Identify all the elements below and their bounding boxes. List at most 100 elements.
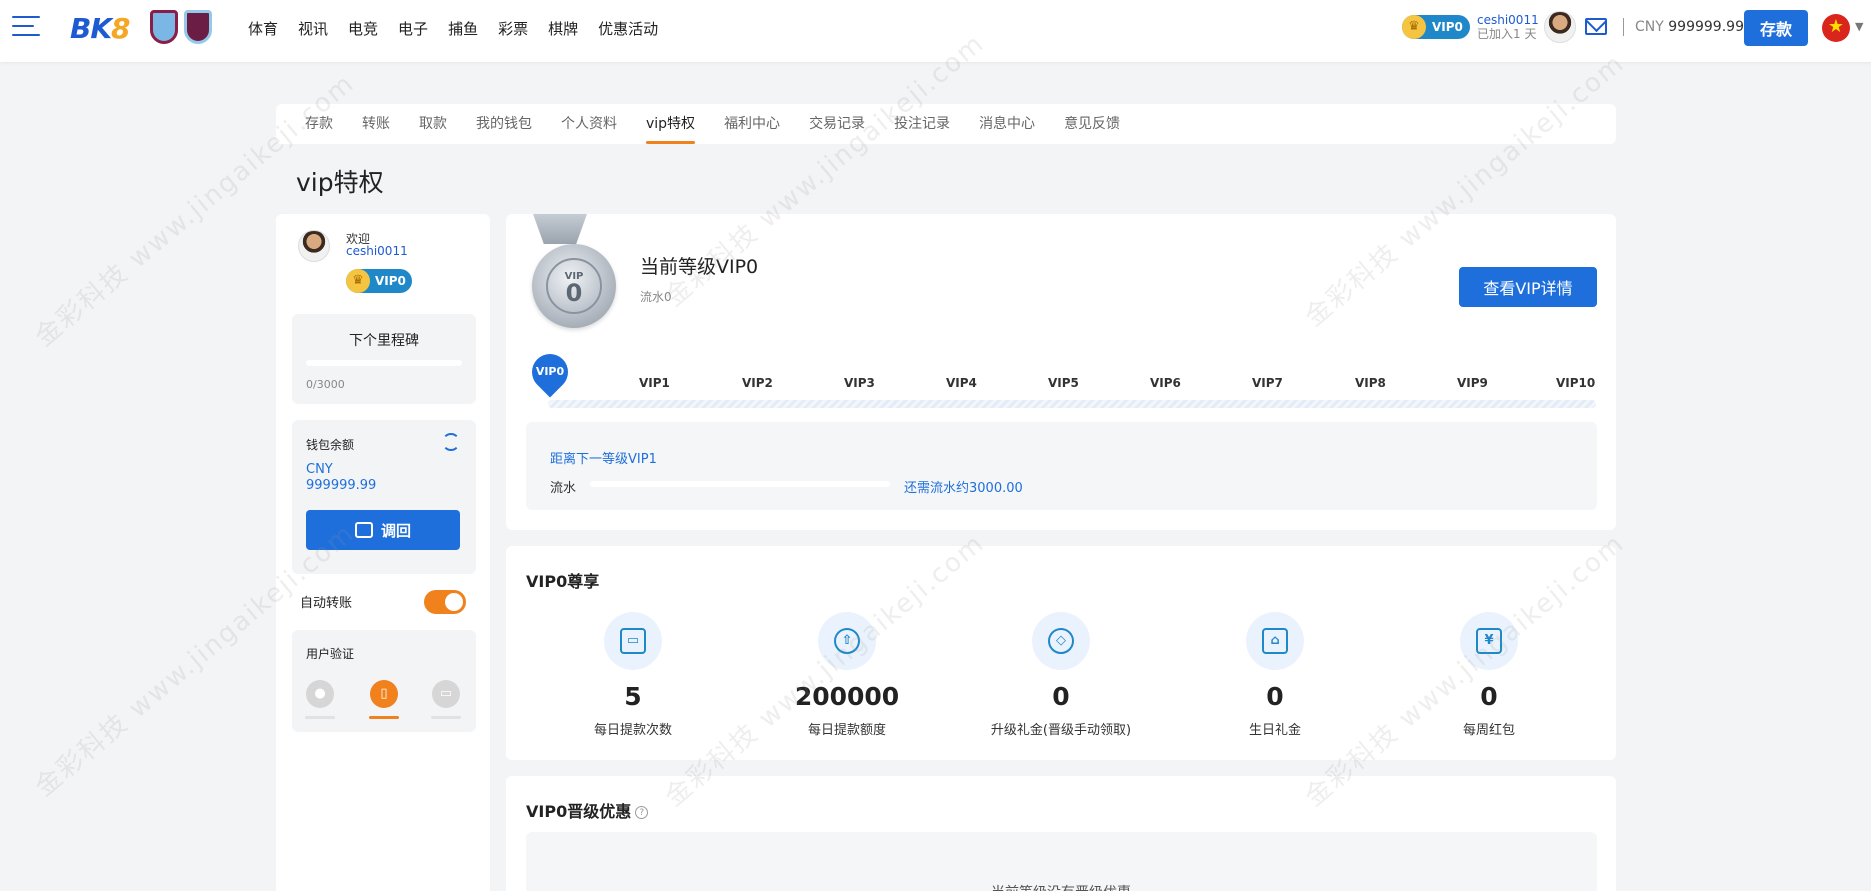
verify-label: 用户验证: [306, 647, 355, 661]
menu-icon[interactable]: [12, 16, 40, 38]
level-label: VIP4: [946, 376, 977, 390]
sidebar-username: ceshi0011: [346, 244, 408, 258]
sidebar: 欢迎 ceshi0011 ♛ VIP0 下个里程碑 0/3000 钱包余额 CNY…: [276, 214, 490, 891]
club-crest-burnley-icon: [184, 10, 212, 44]
help-icon[interactable]: ?: [635, 806, 649, 819]
refresh-icon[interactable]: [442, 433, 460, 451]
perks-title: VIP0尊享: [526, 572, 600, 591]
tab-profile[interactable]: 个人资料: [561, 104, 617, 144]
current-flow: 流水0: [640, 290, 672, 304]
milestone-progress-text: 0/3000: [306, 378, 345, 391]
upload-icon: ⇧: [834, 628, 860, 654]
mail-icon[interactable]: [1585, 18, 1607, 35]
perk-item: ◇ 0 升级礼金(晋级手动领取): [961, 612, 1161, 738]
verify-indicator-active: [369, 716, 399, 719]
username: ceshi0011: [1477, 13, 1539, 27]
brand-logo[interactable]: BK8: [70, 12, 131, 45]
nav-item-fishing[interactable]: 捕鱼: [448, 18, 478, 39]
next-flow-progress-bar: [590, 481, 890, 487]
vip-perks-panel: VIP0尊享 ▭ 5 每日提款次数 ⇧ 200000 每日提款额度 ◇ 0 升级…: [506, 546, 1616, 760]
tab-my-wallet[interactable]: 我的钱包: [476, 104, 532, 144]
nav-item-live-casino[interactable]: 视讯: [298, 18, 328, 39]
perk-item: ¥ 0 每周红包: [1389, 612, 1589, 738]
next-flow-label: 流水: [550, 481, 577, 496]
phone-verify-icon[interactable]: ▯: [370, 680, 398, 708]
medal-ribbon: [533, 214, 587, 244]
vip-badge[interactable]: ♛ VIP0: [1402, 15, 1470, 39]
level-progress-track: [548, 400, 1596, 408]
nav-item-sports[interactable]: 体育: [248, 18, 278, 39]
auto-transfer-toggle[interactable]: [424, 590, 466, 614]
chevron-down-icon[interactable]: ▼: [1855, 20, 1863, 33]
perk-item: ⇧ 200000 每日提款额度: [747, 612, 947, 738]
id-card-verify-icon[interactable]: ▭: [432, 680, 460, 708]
nav-item-cards[interactable]: 棋牌: [548, 18, 578, 39]
tab-bets[interactable]: 投注记录: [894, 104, 950, 144]
tab-withdraw[interactable]: 取款: [419, 104, 447, 144]
divider: [1623, 18, 1624, 36]
milestone-card: 下个里程碑 0/3000: [292, 314, 476, 404]
vip-promotion-panel: VIP0晋级优惠? 当前等级没有晋级优惠: [506, 776, 1616, 891]
sidebar-vip-badge: ♛ VIP0: [346, 269, 412, 293]
avatar[interactable]: [1544, 11, 1576, 43]
nav-item-slots[interactable]: 电子: [398, 18, 428, 39]
tab-transfer[interactable]: 转账: [362, 104, 390, 144]
deposit-button[interactable]: 存款: [1744, 10, 1808, 46]
nav-item-esports[interactable]: 电竞: [348, 18, 378, 39]
avatar: [298, 230, 330, 262]
next-level-title: 距离下一等级VIP1: [550, 452, 657, 467]
milestone-title: 下个里程碑: [349, 333, 419, 349]
level-label: VIP10: [1556, 376, 1596, 390]
nav-item-promotions[interactable]: 优惠活动: [598, 18, 658, 39]
level-label: VIP5: [1048, 376, 1079, 390]
perk-item: ⌂ 0 生日礼金: [1175, 612, 1375, 738]
user-verify-icon[interactable]: ●: [306, 680, 334, 708]
verify-indicator: [305, 716, 335, 719]
top-bar: BK8 体育 视讯 电竞 电子 捕鱼 彩票 棋牌 优惠活动 ♛ VIP0 cesh…: [0, 0, 1871, 62]
recall-button[interactable]: 调回: [306, 510, 460, 550]
cake-icon: ⌂: [1262, 628, 1288, 654]
card-icon: ▭: [620, 628, 646, 654]
diamond-icon: ◇: [1048, 628, 1074, 654]
level-label: VIP3: [844, 376, 875, 390]
promo-empty-text: 当前等级没有晋级优惠: [506, 882, 1616, 891]
main-nav: 体育 视讯 电竞 电子 捕鱼 彩票 棋牌 优惠活动: [248, 18, 678, 39]
vip-level-panel: VIP 0 当前等级VIP0 流水0 查看VIP详情 VIP0 VIP1 VIP2…: [506, 214, 1616, 530]
milestone-progress-bar: [306, 360, 462, 366]
current-level: 当前等级VIP0: [640, 256, 759, 278]
tab-welfare[interactable]: 福利中心: [724, 104, 780, 144]
view-vip-details-button[interactable]: 查看VIP详情: [1459, 267, 1597, 307]
header-balance: CNY 999999.99: [1635, 19, 1744, 35]
vietnam-flag-icon[interactable]: ★: [1822, 14, 1850, 42]
tab-transactions[interactable]: 交易记录: [809, 104, 865, 144]
promo-title: VIP0晋级优惠?: [526, 798, 649, 822]
verification-card: 用户验证 ● ▯ ▭: [292, 630, 476, 732]
tab-vip[interactable]: vip特权: [646, 104, 696, 144]
level-label: VIP1: [639, 376, 670, 390]
user-info[interactable]: ceshi0011 已加入1 天: [1477, 13, 1539, 41]
level-label: VIP8: [1355, 376, 1386, 390]
level-label: VIP9: [1457, 376, 1488, 390]
page-title: vip特权: [296, 168, 384, 197]
verify-indicator: [431, 716, 461, 719]
next-level-box: 距离下一等级VIP1 流水 还需流水约3000.00: [526, 422, 1597, 510]
nav-item-lottery[interactable]: 彩票: [498, 18, 528, 39]
red-envelope-icon: ¥: [1476, 628, 1502, 654]
auto-transfer-label: 自动转账: [300, 596, 353, 611]
crown-icon: ♛: [346, 269, 370, 293]
wallet-card: 钱包余额 CNY 999999.99 调回: [292, 420, 476, 574]
account-tabs: 存款 转账 取款 我的钱包 个人资料 vip特权 福利中心 交易记录 投注记录 …: [276, 104, 1616, 144]
vip-medal-icon: VIP 0: [532, 244, 616, 328]
wallet-label: 钱包余额: [306, 438, 355, 452]
club-crest-aston-villa-icon: [150, 10, 178, 44]
level-label: VIP7: [1252, 376, 1283, 390]
tab-deposit[interactable]: 存款: [305, 104, 333, 144]
level-label: VIP2: [742, 376, 773, 390]
tab-messages[interactable]: 消息中心: [979, 104, 1035, 144]
current-level-marker-label: VIP0: [535, 365, 565, 378]
crown-icon: ♛: [1402, 15, 1426, 39]
tab-feedback[interactable]: 意见反馈: [1064, 104, 1120, 144]
level-label: VIP6: [1150, 376, 1181, 390]
perk-item: ▭ 5 每日提款次数: [533, 612, 733, 738]
next-flow-remaining: 还需流水约3000.00: [904, 481, 1023, 496]
